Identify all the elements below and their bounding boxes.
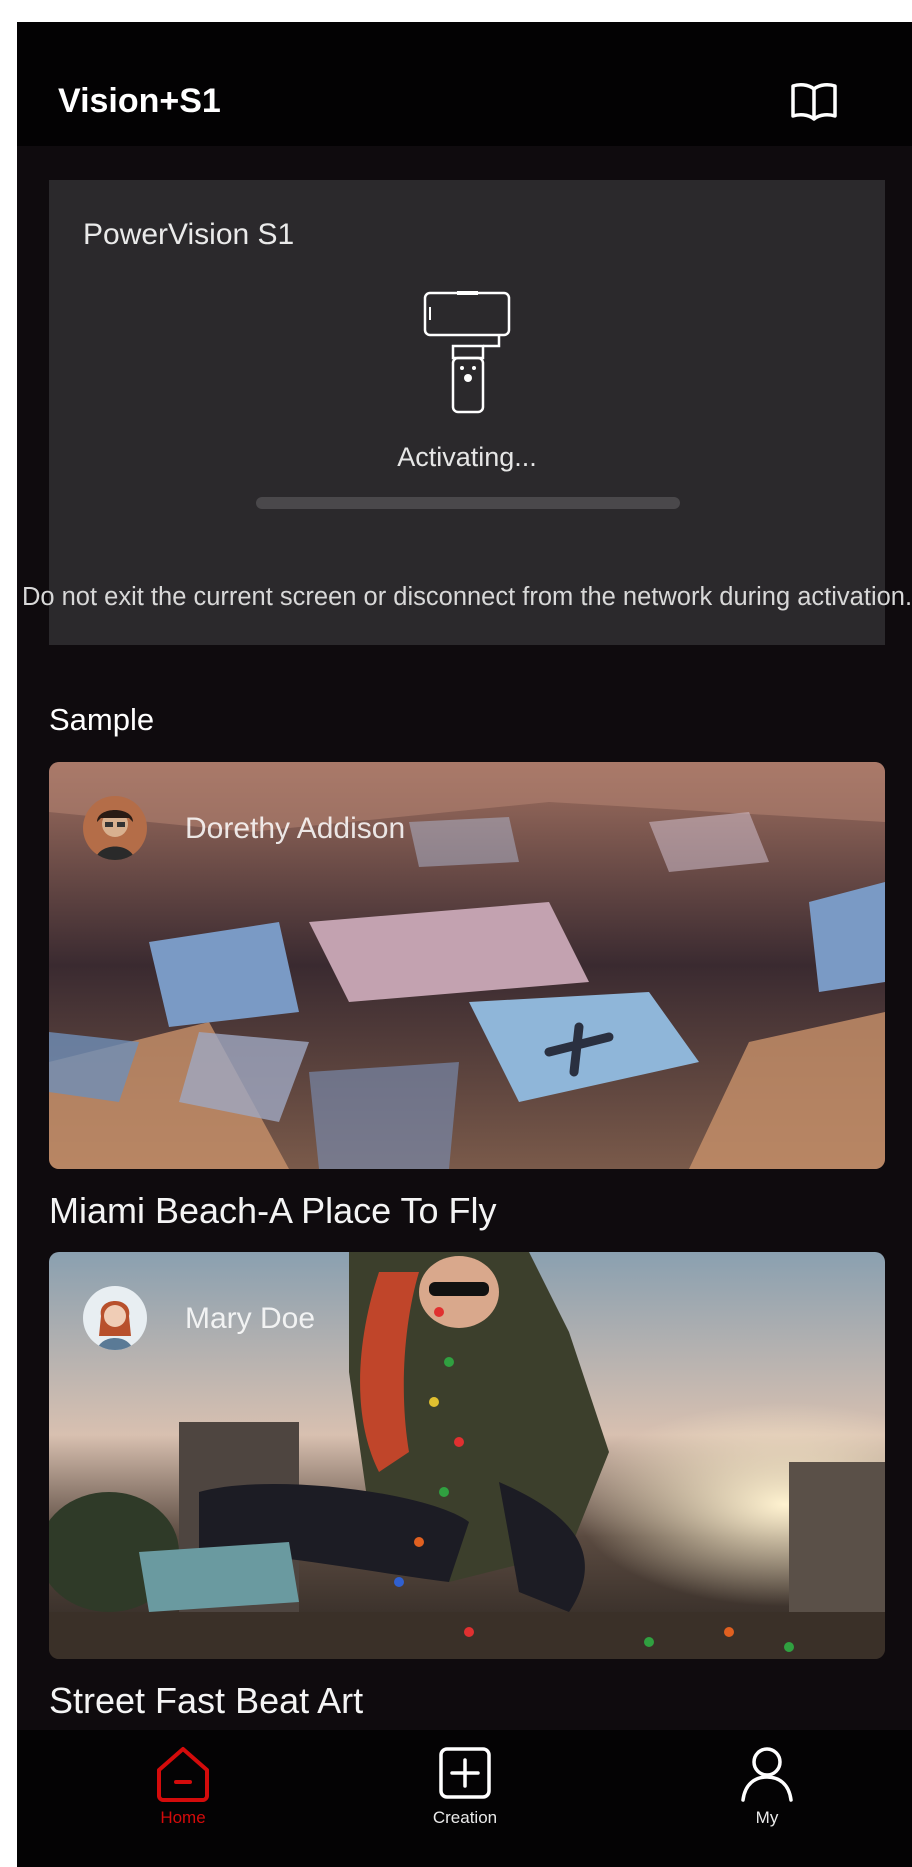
tab-home[interactable]: Home — [113, 1744, 253, 1854]
bottom-tab-bar: Home Creation My — [17, 1730, 912, 1867]
avatar-image — [83, 1286, 147, 1350]
author-name: Mary Doe — [185, 1302, 316, 1335]
gimbal-icon — [423, 291, 511, 414]
section-title-sample: Sample — [49, 702, 155, 737]
tab-creation[interactable]: Creation — [395, 1744, 535, 1854]
plus-square-icon — [439, 1747, 491, 1799]
top-bar: Vision+S1 — [17, 22, 912, 146]
home-icon — [157, 1747, 209, 1802]
sample-thumbnail — [49, 1252, 885, 1659]
activation-warning: Do not exit the current screen or discon… — [21, 583, 912, 611]
activation-progress-bar — [256, 497, 680, 509]
sample-title[interactable]: Miami Beach-A Place To Fly — [49, 1190, 497, 1232]
book-open-icon[interactable] — [790, 80, 838, 122]
tab-my-label: My — [755, 1808, 779, 1827]
user-icon — [741, 1747, 793, 1802]
activation-status: Activating... — [397, 442, 537, 472]
avatar — [83, 1286, 147, 1350]
sample-title[interactable]: Street Fast Beat Art — [49, 1680, 363, 1722]
app-screen: Vision+S1 PowerVision S1 Activating... D… — [17, 22, 912, 1867]
activation-card: PowerVision S1 Activating... Do not exit… — [22, 180, 912, 645]
avatar — [83, 796, 147, 860]
sample-card[interactable]: Mary Doe — [49, 1252, 885, 1659]
sample-thumbnail — [49, 762, 885, 1169]
avatar-image — [83, 796, 147, 860]
tab-creation-label: Creation — [432, 1808, 498, 1827]
app-title: Vision+S1 — [58, 82, 221, 120]
tab-home-label: Home — [160, 1808, 206, 1827]
tab-my[interactable]: My — [697, 1744, 837, 1854]
device-name: PowerVision S1 — [83, 218, 295, 251]
sample-card[interactable]: Dorethy Addison — [49, 762, 885, 1169]
author-name: Dorethy Addison — [185, 812, 406, 845]
